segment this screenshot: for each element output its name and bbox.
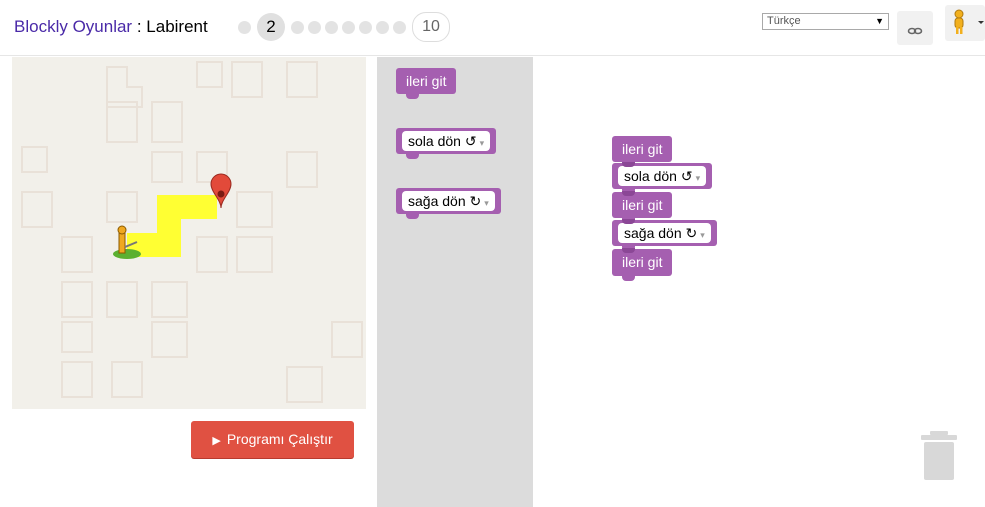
workspace-block-forward-3[interactable]: ileri git xyxy=(612,248,673,281)
level-5-dot[interactable] xyxy=(325,20,338,34)
play-icon: ▶ xyxy=(212,435,221,447)
block-label: ileri git xyxy=(622,141,663,157)
turn-left-dropdown[interactable]: sola dön ↺ ▾ xyxy=(402,131,491,151)
caret-down-icon: ▾ xyxy=(479,138,485,148)
level-1-dot[interactable] xyxy=(238,20,251,34)
language-select[interactable]: Türkçe ▼ xyxy=(762,13,889,30)
block-label: sağa dön ↻ xyxy=(624,225,698,241)
level-7-dot[interactable] xyxy=(359,20,372,34)
dropdown-arrow-icon: ▼ xyxy=(875,16,884,26)
language-value: Türkçe xyxy=(767,15,801,27)
level-last[interactable]: 10 xyxy=(412,12,450,42)
toolbox-block-forward[interactable]: ileri git xyxy=(396,68,457,99)
block-label: ileri git xyxy=(406,73,447,89)
pegman-button[interactable] xyxy=(945,5,985,41)
level-6-dot[interactable] xyxy=(342,20,355,34)
game-title: Labirent xyxy=(146,17,208,36)
block-label: ileri git xyxy=(622,197,663,213)
turn-right-dropdown[interactable]: sağa dön ↻ ▾ xyxy=(618,223,711,243)
toolbox-block-turn-right[interactable]: sağa dön ↻ ▾ xyxy=(396,188,501,219)
caret-down-icon: ▾ xyxy=(484,198,489,208)
run-button-label: Programı Çalıştır xyxy=(226,431,333,447)
level-8-dot[interactable] xyxy=(376,20,389,34)
level-4-dot[interactable] xyxy=(308,20,321,34)
block-label: ileri git xyxy=(622,254,663,270)
maze-board xyxy=(12,57,366,409)
workspace-block-forward-1[interactable]: ileri git xyxy=(612,136,673,167)
title-separator: : xyxy=(132,17,147,36)
workspace-block-turn-right[interactable]: sağa dön ↻ ▾ xyxy=(612,219,717,251)
block-toolbox: ileri git sola dön ↺ ▾ sağa dön ↻ ▾ xyxy=(377,57,533,507)
level-9-dot[interactable] xyxy=(393,20,406,34)
block-label: sola dön ↺ xyxy=(624,168,693,184)
block-label: sağa dön ↻ xyxy=(408,193,482,209)
turn-right-dropdown[interactable]: sağa dön ↻ ▾ xyxy=(402,191,495,211)
trash-can-icon xyxy=(921,431,957,480)
maze-path xyxy=(127,195,217,257)
run-program-button[interactable]: ▶ Programı Çalıştır xyxy=(191,421,354,458)
toolbox-block-turn-left[interactable]: sola dön ↺ ▾ xyxy=(396,128,497,159)
trash-can-button[interactable] xyxy=(921,431,957,486)
pegman-icon xyxy=(954,9,984,34)
top-header: Blockly Oyunlar : Labirent 2 10 Türkçe ▼ xyxy=(0,0,985,56)
block-label: sola dön ↺ xyxy=(408,133,477,149)
link-icon xyxy=(907,27,923,34)
level-selector: 2 10 xyxy=(236,12,450,42)
caret-down-icon: ▾ xyxy=(695,173,701,183)
link-button[interactable] xyxy=(897,11,933,45)
workspace-block-forward-2[interactable]: ileri git xyxy=(612,191,673,223)
app-title-link[interactable]: Blockly Oyunlar xyxy=(14,17,132,36)
caret-down-icon: ▾ xyxy=(700,230,705,240)
level-3-dot[interactable] xyxy=(291,20,304,34)
maze-graphics xyxy=(21,61,363,403)
workspace-block-turn-left[interactable]: sola dön ↺ ▾ xyxy=(612,162,713,194)
turn-left-dropdown[interactable]: sola dön ↺ ▾ xyxy=(618,166,707,186)
level-current[interactable]: 2 xyxy=(257,13,285,41)
page-title: Blockly Oyunlar : Labirent xyxy=(14,17,208,37)
